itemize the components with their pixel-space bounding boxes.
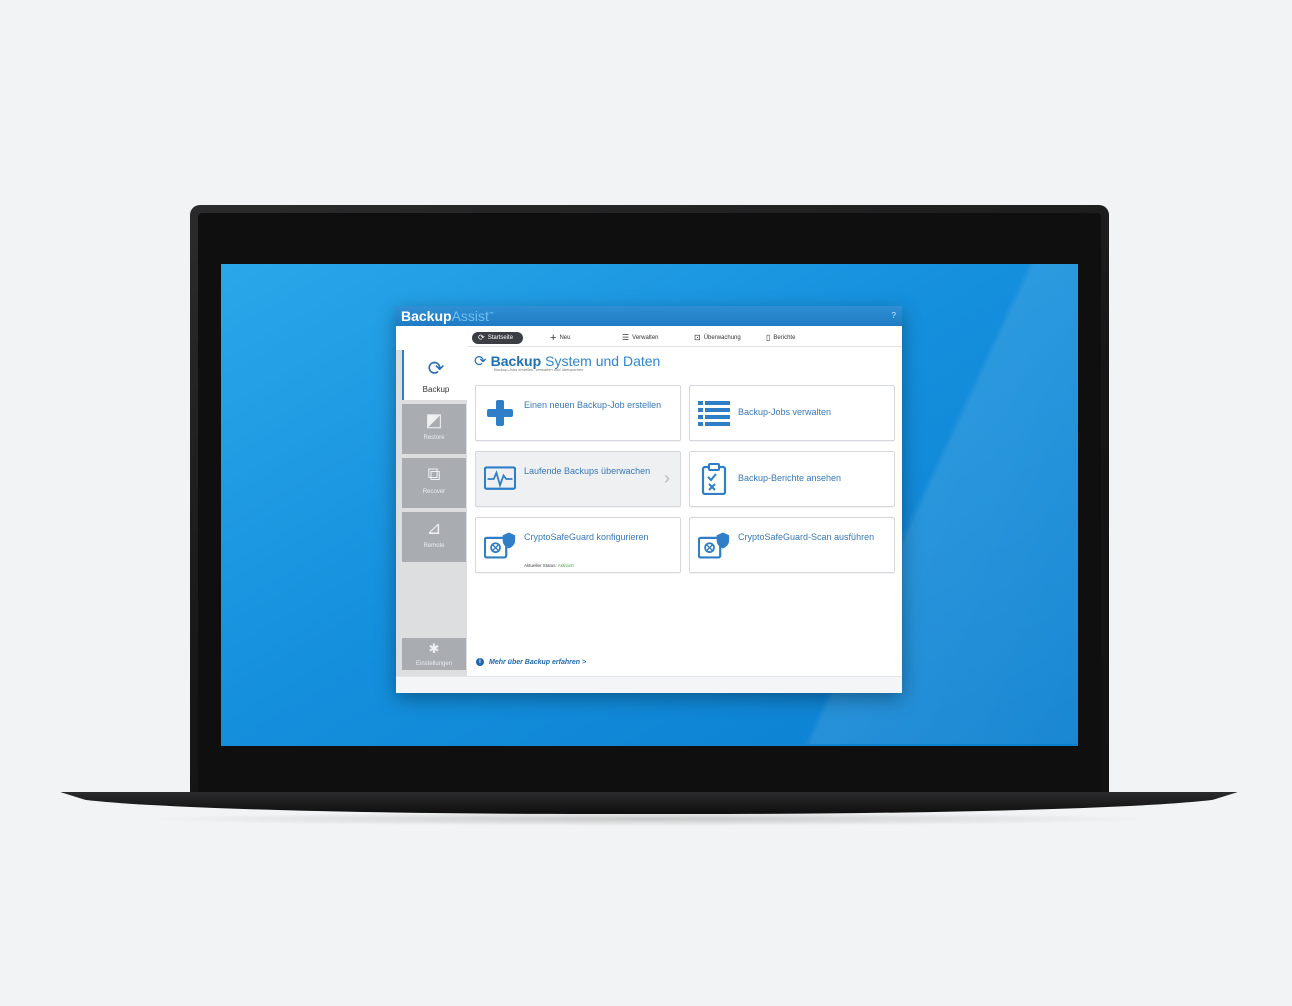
clipboard-icon: ▯ xyxy=(766,333,771,342)
sidebar-item-backup[interactable]: ⟳ Backup xyxy=(402,350,468,400)
title-bar: BackupAssist™ ? xyxy=(396,306,902,326)
remote-icon: ⊿ xyxy=(426,518,442,538)
tab-neu[interactable]: + Neu xyxy=(550,332,570,344)
big-plus-icon xyxy=(484,398,516,428)
tab-verwalten[interactable]: ☰ Verwalten xyxy=(622,332,659,344)
tab-ueberwachung[interactable]: ⊡ Überwachung xyxy=(694,332,741,344)
pulse-monitor-icon xyxy=(484,464,516,494)
card-run-cryptosafeguard-scan[interactable]: CryptoSafeGuard-Scan ausführen xyxy=(689,517,895,573)
card-manage-backup-jobs[interactable]: Backup-Jobs verwalten xyxy=(689,385,895,441)
recover-icon: ⧉ xyxy=(427,464,441,484)
app-logo: BackupAssist™ xyxy=(401,308,494,324)
tab-startseite[interactable]: ⟳ Startseite xyxy=(472,332,524,344)
laptop-base xyxy=(60,792,1238,814)
sidebar-item-recover[interactable]: ⧉ Recover xyxy=(402,458,466,508)
safe-shield-scan-icon xyxy=(698,530,730,560)
top-toolbar: ⟳ Startseite + Neu ☰ Verwalten ⊡ Überwac… xyxy=(468,330,902,347)
tab-berichte[interactable]: ▯ Berichte xyxy=(766,332,795,344)
safe-shield-icon xyxy=(484,530,516,560)
plus-icon: + xyxy=(550,332,557,344)
list-icon xyxy=(698,398,730,428)
gear-icon: ✱ xyxy=(428,641,440,656)
monitor-icon: ⊡ xyxy=(694,333,701,342)
card-new-backup-job[interactable]: Einen neuen Backup-Job erstellen xyxy=(475,385,681,441)
cryptosafeguard-status: Aktueller Status: Aktiviert xyxy=(524,563,574,568)
sidebar: ⟳ Backup ◩ Restore ⧉ Recover ⊿ Remote ✱ … xyxy=(396,350,468,676)
backup-refresh-icon: ⟳ xyxy=(474,353,487,370)
restore-icon: ◩ xyxy=(425,410,443,430)
status-bar xyxy=(396,676,902,693)
list-icon: ☰ xyxy=(622,333,630,342)
learn-more-link[interactable]: i Mehr über Backup erfahren > xyxy=(476,658,586,666)
sidebar-item-restore[interactable]: ◩ Restore xyxy=(402,404,466,454)
help-button[interactable]: ? xyxy=(892,311,896,320)
card-monitor-running-backups[interactable]: Laufende Backups überwachen › xyxy=(475,451,681,507)
app-window: BackupAssist™ ? ⟳ Startseite + Neu ☰ Ver… xyxy=(396,306,902,693)
laptop-shadow xyxy=(140,812,1160,826)
report-checklist-icon xyxy=(698,463,730,495)
card-configure-cryptosafeguard[interactable]: CryptoSafeGuard konfigurieren Aktueller … xyxy=(475,517,681,573)
info-icon: i xyxy=(476,658,484,666)
page-subtitle: Backup-Jobs erstellen, verwalten und übe… xyxy=(494,367,584,372)
chevron-right-icon: › xyxy=(664,468,670,488)
backup-refresh-icon: ⟳ xyxy=(427,358,445,380)
refresh-icon: ⟳ xyxy=(478,333,485,342)
sidebar-item-settings[interactable]: ✱ Einstellungen xyxy=(402,638,466,670)
sidebar-item-remote[interactable]: ⊿ Remote xyxy=(402,512,466,562)
card-view-backup-reports[interactable]: Backup-Berichte ansehen xyxy=(689,451,895,507)
